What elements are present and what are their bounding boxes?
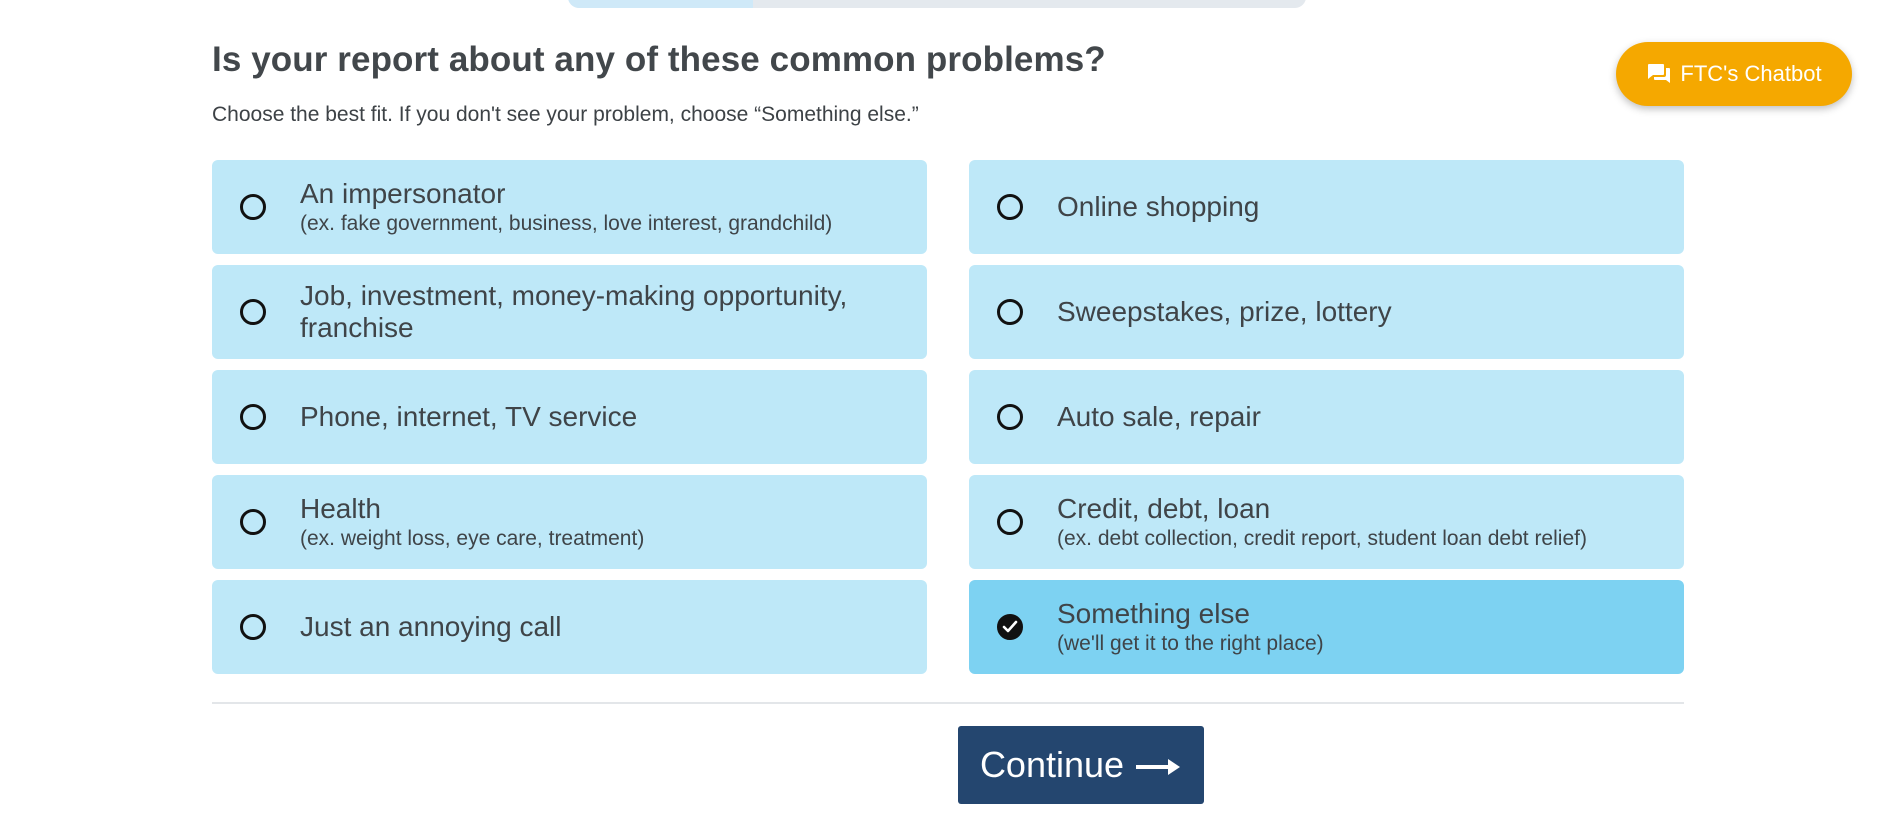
option-example: (ex. weight loss, eye care, treatment) (300, 526, 645, 550)
radio-checked-icon[interactable] (997, 614, 1023, 640)
radio-unchecked-icon[interactable] (240, 404, 266, 430)
option-text: An impersonator (ex. fake government, bus… (300, 178, 832, 235)
page-title: Is your report about any of these common… (212, 40, 1106, 79)
option-example: (we'll get it to the right place) (1057, 631, 1324, 655)
chatbot-label: FTC's Chatbot (1680, 61, 1822, 86)
option-label: Online shopping (1057, 190, 1260, 222)
option-text: Phone, internet, TV service (300, 401, 637, 433)
option-text: Job, investment, money-making opportunit… (300, 280, 927, 344)
problem-options: An impersonator (ex. fake government, bus… (212, 160, 1684, 674)
option-label: Health (300, 493, 381, 525)
option-card[interactable]: Phone, internet, TV service (212, 370, 927, 464)
chatbot-button[interactable]: FTC's Chatbot (1616, 42, 1852, 106)
option-label: An impersonator (300, 178, 506, 210)
option-text: Online shopping (1057, 191, 1259, 223)
option-card[interactable]: Job, investment, money-making opportunit… (212, 265, 927, 359)
option-text: Credit, debt, loan (ex. debt collection, … (1057, 493, 1587, 550)
radio-unchecked-icon[interactable] (240, 299, 266, 325)
option-text: Health (ex. weight loss, eye care, treatm… (300, 493, 644, 550)
option-text: Sweepstakes, prize, lottery (1057, 296, 1392, 328)
option-card[interactable]: Health (ex. weight loss, eye care, treatm… (212, 475, 927, 569)
option-label: Something else (1057, 598, 1251, 630)
option-label: Just an annoying call (300, 610, 562, 642)
option-label: Auto sale, repair (1057, 400, 1261, 432)
option-label: Credit, debt, loan (1057, 493, 1271, 525)
option-text: Something else (we'll get it to the right… (1057, 598, 1324, 655)
radio-unchecked-icon[interactable] (997, 509, 1023, 535)
option-card[interactable]: An impersonator (ex. fake government, bus… (212, 160, 927, 254)
page-subtitle: Choose the best fit. If you don't see yo… (212, 103, 919, 126)
option-label: Sweepstakes, prize, lottery (1057, 295, 1392, 327)
progress-bar (568, 0, 1306, 8)
continue-label: Continue (979, 744, 1125, 785)
progress-fill (568, 0, 753, 8)
radio-unchecked-icon[interactable] (240, 194, 266, 220)
option-card[interactable]: Just an annoying call (212, 580, 927, 674)
option-text: Just an annoying call (300, 611, 562, 643)
option-card[interactable]: Something else (we'll get it to the right… (969, 580, 1684, 674)
option-card[interactable]: Auto sale, repair (969, 370, 1684, 464)
option-label: Phone, internet, TV service (300, 400, 638, 432)
radio-unchecked-icon[interactable] (997, 299, 1023, 325)
radio-unchecked-icon[interactable] (240, 614, 266, 640)
radio-unchecked-icon[interactable] (997, 194, 1023, 220)
option-example: (ex. fake government, business, love int… (300, 211, 833, 235)
arrow-right-icon (1136, 744, 1182, 786)
report-page: Is your report about any of these common… (0, 0, 1882, 838)
option-label: Job, investment, money-making opportunit… (300, 279, 848, 343)
continue-button[interactable]: Continue (958, 726, 1204, 804)
radio-unchecked-icon[interactable] (997, 404, 1023, 430)
option-card[interactable]: Sweepstakes, prize, lottery (969, 265, 1684, 359)
radio-unchecked-icon[interactable] (240, 509, 266, 535)
option-text: Auto sale, repair (1057, 401, 1261, 433)
chat-bubbles-icon (1646, 62, 1672, 86)
option-example: (ex. debt collection, credit report, stu… (1057, 526, 1587, 550)
divider (212, 702, 1684, 704)
option-card[interactable]: Credit, debt, loan (ex. debt collection, … (969, 475, 1684, 569)
option-card[interactable]: Online shopping (969, 160, 1684, 254)
